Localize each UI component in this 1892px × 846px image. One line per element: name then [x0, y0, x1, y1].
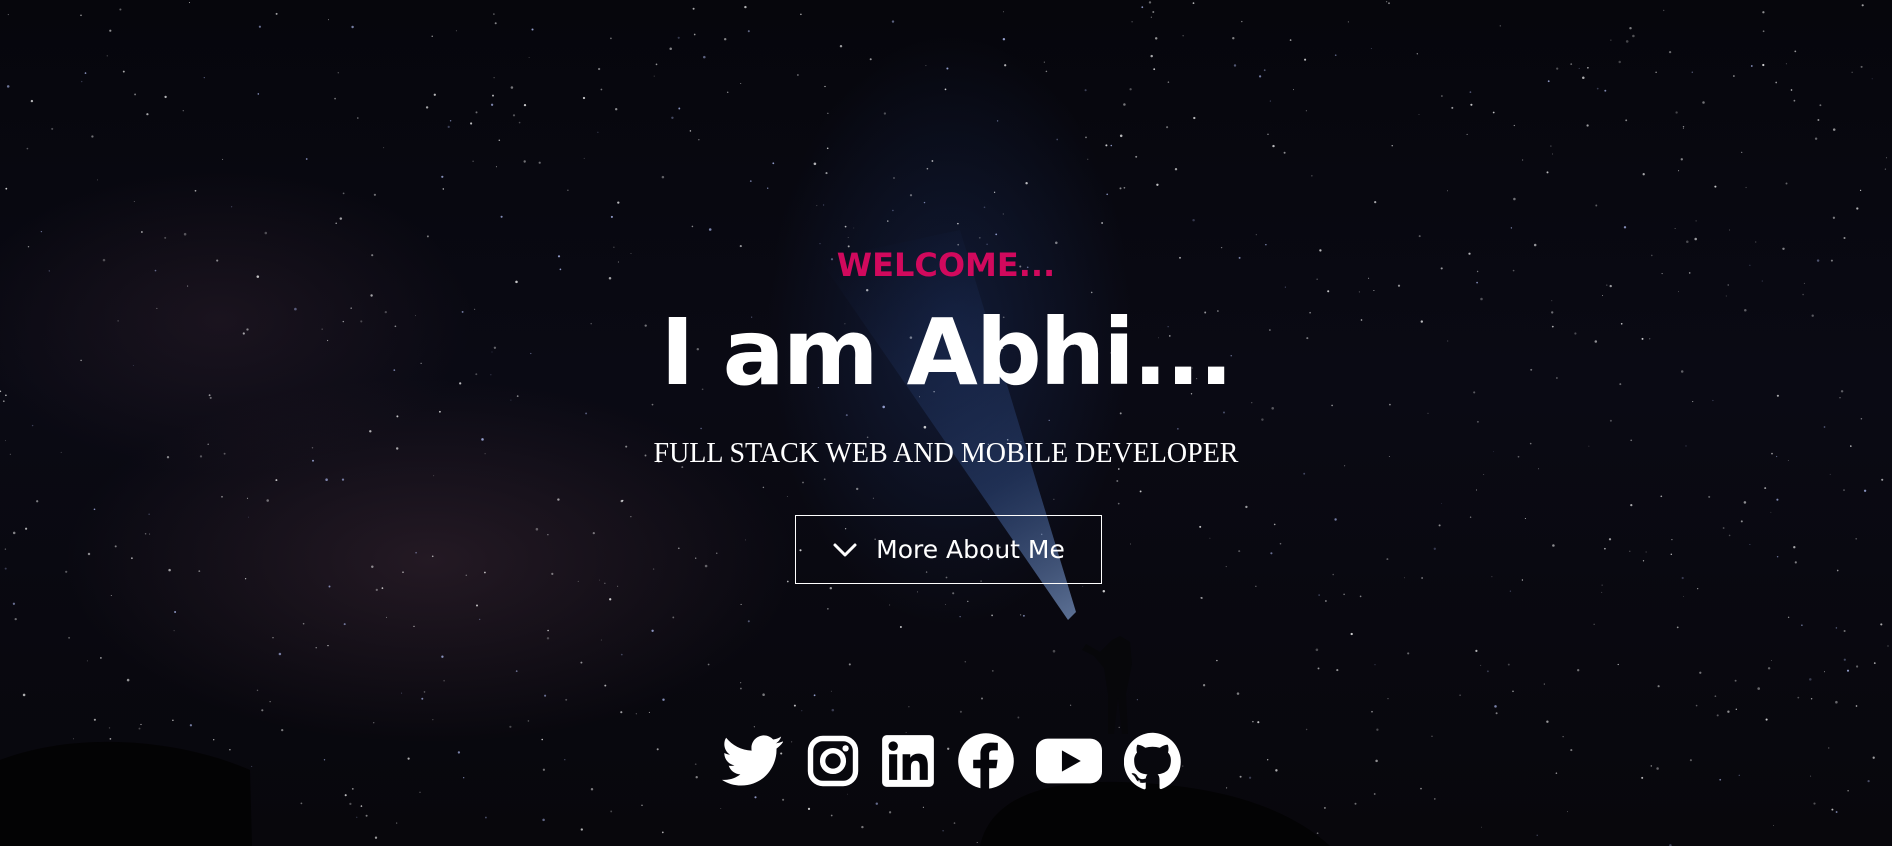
page-title: I am Abhi...	[660, 299, 1233, 406]
more-about-me-button[interactable]: More About Me	[795, 515, 1102, 584]
github-link[interactable]	[1123, 732, 1182, 790]
role-subtitle: FULL STACK WEB AND MOBILE DEVELOPER	[653, 438, 1239, 469]
twitter-link[interactable]	[722, 735, 784, 787]
facebook-link[interactable]	[957, 732, 1015, 790]
social-links	[722, 732, 1182, 790]
facebook-icon	[957, 733, 1014, 790]
instagram-link[interactable]	[806, 734, 860, 788]
github-icon	[1123, 732, 1181, 790]
hero-section: WELCOME... I am Abhi... FULL STACK WEB A…	[0, 0, 1892, 846]
youtube-link[interactable]	[1036, 737, 1103, 785]
chevron-down-icon	[833, 543, 857, 556]
linkedin-link[interactable]	[881, 734, 935, 788]
twitter-icon	[722, 735, 783, 786]
instagram-icon	[807, 735, 858, 787]
linkedin-icon	[882, 735, 935, 787]
youtube-icon	[1036, 738, 1103, 784]
welcome-text: WELCOME...	[836, 246, 1056, 284]
more-about-me-label: More About Me	[876, 535, 1065, 564]
hero-content: WELCOME... I am Abhi... FULL STACK WEB A…	[0, 0, 1892, 846]
